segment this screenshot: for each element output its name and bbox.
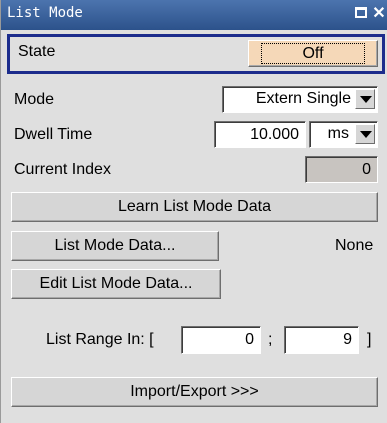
list-range-separator: ; <box>268 331 273 348</box>
close-icon[interactable]: ✕ <box>371 6 387 22</box>
maximize-icon[interactable] <box>353 6 369 22</box>
title-bar[interactable]: List Mode ✕ <box>1 0 387 30</box>
dwell-time-label: Dwell Time <box>14 126 93 143</box>
list-mode-data-value: None <box>335 237 374 254</box>
list-mode-dialog: List Mode ✕ State Off Mode Extern Single… <box>0 0 387 423</box>
mode-label: Mode <box>14 91 55 108</box>
edit-list-mode-data-button[interactable]: Edit List Mode Data... <box>11 269 221 299</box>
chevron-down-icon[interactable] <box>355 89 375 109</box>
state-value: Off <box>261 43 365 64</box>
dwell-unit-value: ms <box>327 125 349 142</box>
chevron-down-icon[interactable] <box>355 124 375 144</box>
dwell-unit-select[interactable]: ms <box>309 121 378 148</box>
import-export-button[interactable]: Import/Export >>> <box>11 377 378 407</box>
window-title: List Mode <box>7 5 83 21</box>
learn-list-mode-data-button[interactable]: Learn List Mode Data <box>11 192 378 222</box>
list-range-label: List Range In: [ <box>46 331 154 348</box>
current-index-label: Current Index <box>14 161 111 178</box>
state-label: State <box>18 43 56 60</box>
list-mode-data-button[interactable]: List Mode Data... <box>11 231 219 261</box>
mode-select[interactable]: Extern Single <box>222 86 378 113</box>
list-range-start-input[interactable]: 0 <box>181 326 261 354</box>
state-toggle-button[interactable]: Off <box>248 40 378 67</box>
current-index-value: 0 <box>305 156 378 183</box>
mode-value: Extern Single <box>255 90 351 107</box>
list-range-stop-input[interactable]: 9 <box>284 326 359 354</box>
list-range-close-bracket: ] <box>367 331 372 348</box>
dwell-time-input[interactable]: 10.000 <box>214 121 306 148</box>
state-row: State Off <box>7 34 385 74</box>
